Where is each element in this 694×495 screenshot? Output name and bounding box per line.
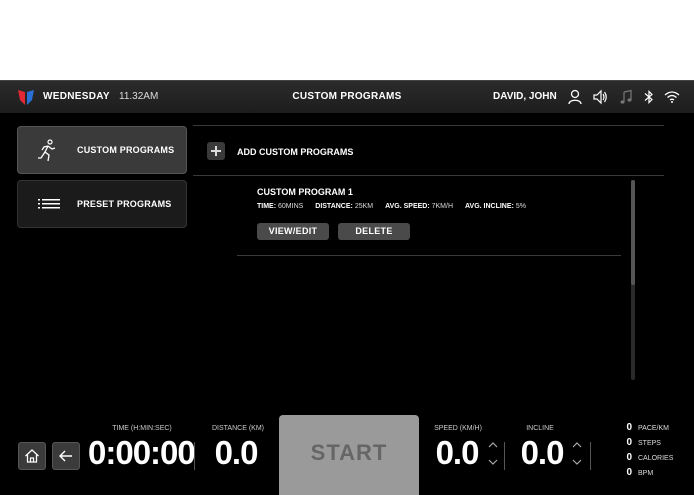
speed-key: AVG. SPEED: [385,203,430,210]
bluetooth-icon[interactable] [641,89,657,105]
stat-label: CALORIES [638,455,674,462]
stat-label: STEPS [638,440,661,447]
wifi-icon[interactable] [664,89,680,105]
incline-label: INCLINE [526,425,554,432]
incline-value: 5% [515,203,526,210]
user-name: DAVID, JOHN [493,91,557,102]
scrollbar-thumb[interactable] [631,180,635,285]
add-custom-program-button[interactable]: ADD CUSTOM PROGRAMS [207,142,407,162]
home-button[interactable] [18,442,46,470]
stat-steps: 0 STEPS [622,437,661,448]
list-icon [38,199,60,209]
speed-label: SPEED (KM/H) [434,425,482,432]
stat-bpm: 0 BPM [622,467,653,478]
volume-icon[interactable] [592,89,608,105]
time-value: 0:00:00 [88,434,196,471]
distance-value: 25KM [354,203,374,210]
top-bar: WEDNESDAY 11.32AM CUSTOM PROGRAMS DAVID,… [0,80,694,113]
stat-value: 0 [626,452,632,463]
incline-key: AVG. INCLINE: [464,203,514,210]
stat-value: 0 [626,422,632,433]
sidebar-item-custom-programs[interactable]: CUSTOM PROGRAMS [17,126,187,174]
page-title: CUSTOM PROGRAMS [292,91,402,102]
add-program-label: ADD CUSTOM PROGRAMS [237,147,354,157]
divider [193,125,664,126]
stat-value: 0 [626,437,632,448]
home-icon [25,449,39,463]
incline-down-chevron-icon[interactable] [572,458,582,466]
stat-value: 0 [626,467,632,478]
treadmill-screen: WEDNESDAY 11.32AM CUSTOM PROGRAMS DAVID,… [0,80,694,495]
separator [590,442,591,470]
sidebar-item-label: PRESET PROGRAMS [77,199,172,209]
user-icon[interactable] [567,89,583,105]
program-details: TIME: 60MINS DISTANCE: 25KM AVG. SPEED: … [257,203,536,210]
speed-up-chevron-icon[interactable] [488,441,498,449]
separator [194,442,195,470]
divider [193,175,664,176]
separator [504,442,505,470]
distance-key: DISTANCE: [315,203,353,210]
runner-icon [38,139,56,162]
speed-down-chevron-icon[interactable] [488,458,498,466]
back-arrow-icon [59,450,72,462]
incline-value: 0.0 [520,434,565,471]
plus-icon [207,142,225,160]
stat-pace: 0 PACE/KM [622,422,669,433]
time-value: 60MINS [278,203,304,210]
stat-label: BPM [638,470,654,477]
sidebar-item-label: CUSTOM PROGRAMS [77,145,175,155]
program-name: CUSTOM PROGRAM 1 [257,187,353,197]
start-button[interactable]: START [279,415,419,495]
sidebar-item-preset-programs[interactable]: PRESET PROGRAMS [17,180,187,228]
view-edit-button[interactable]: VIEW/EDIT [257,223,329,240]
back-button[interactable] [52,442,80,470]
delete-button[interactable]: DELETE [338,223,410,240]
divider [237,255,621,256]
distance-label: DISTANCE (KM) [212,425,264,432]
stat-calories: 0 CALORIES [622,452,673,463]
speed-value: 0.0 [435,434,480,471]
music-icon[interactable] [618,89,634,105]
scrollbar[interactable] [631,180,635,380]
distance-value: 0.0 [214,434,259,471]
stat-label: PACE/KM [638,425,669,432]
time-label: TIME (H:MIN:SEC) [112,425,172,432]
speed-value: 7KM/H [431,203,454,210]
incline-up-chevron-icon[interactable] [572,441,582,449]
time-key: TIME: [257,203,277,210]
